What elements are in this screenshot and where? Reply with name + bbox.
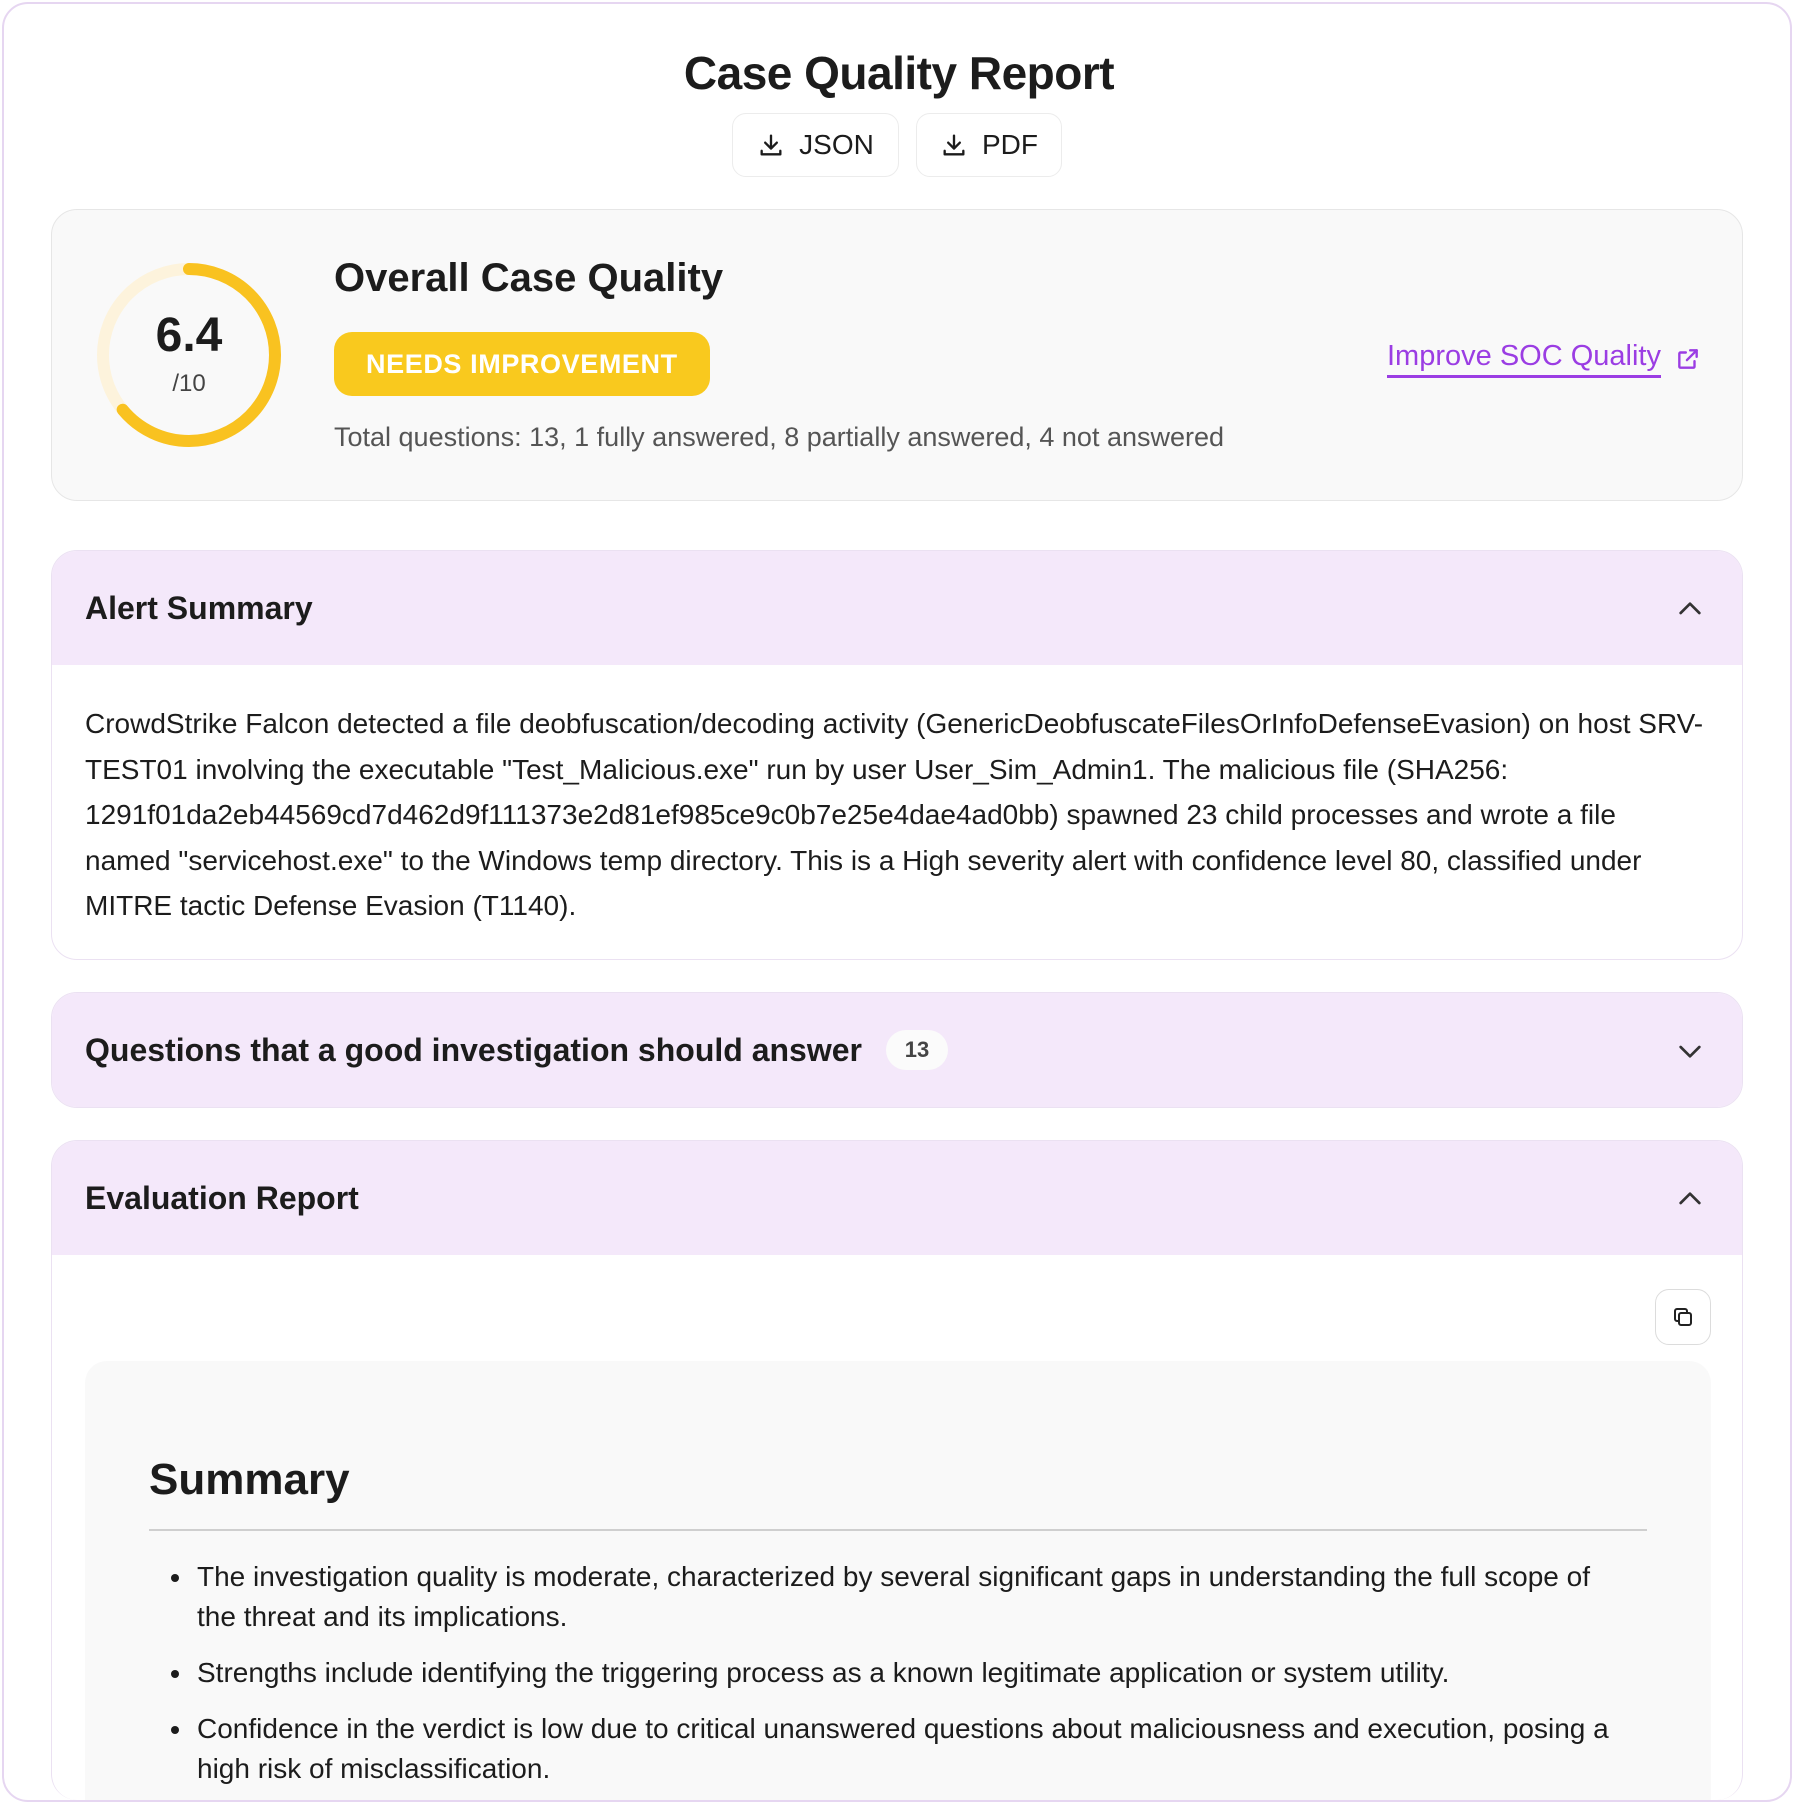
summary-heading: Summary <box>149 1455 350 1504</box>
summary-bullet: The investigation quality is moderate, c… <box>149 1557 1629 1637</box>
copy-icon <box>1674 1308 1692 1326</box>
score-max: /10 <box>172 370 206 397</box>
overall-quality-title: Overall Case Quality <box>334 256 724 300</box>
score-value: 6.4 <box>155 309 223 362</box>
questions-section: Questions that a good investigation shou… <box>51 992 1743 1108</box>
alert-summary-text: CrowdStrike Falcon detected a file deobf… <box>85 708 1704 921</box>
external-link-icon <box>1678 349 1698 369</box>
evaluation-report-header[interactable]: Evaluation Report <box>52 1141 1742 1255</box>
page-title: Case Quality Report <box>683 47 1115 99</box>
questions-count-badge: 13 <box>885 1030 948 1070</box>
summary-list: The investigation quality is moderate, c… <box>149 1557 1629 1800</box>
summary-bullet: Confidence in the verdict is low due to … <box>149 1709 1629 1789</box>
summary-bullet: Strengths include identifying the trigge… <box>149 1653 1629 1693</box>
chevron-up-icon <box>1679 1192 1701 1205</box>
score-ring: 6.4 /10 <box>94 260 284 450</box>
download-pdf-label: PDF <box>982 129 1038 160</box>
download-icon <box>943 134 965 156</box>
chevron-up-icon <box>1679 602 1701 615</box>
improve-link-label: Improve SOC Quality <box>1387 340 1661 378</box>
question-totals: Total questions: 13, 1 fully answered, 8… <box>334 422 1225 452</box>
summary-divider <box>149 1529 1647 1531</box>
alert-summary-section: Alert Summary CrowdStrike Falcon detecte… <box>51 550 1743 960</box>
copy-button[interactable] <box>1655 1289 1711 1345</box>
alert-summary-header[interactable]: Alert Summary <box>52 551 1742 665</box>
evaluation-report-content: Summary The investigation quality is mod… <box>85 1361 1711 1800</box>
questions-title: Questions that a good investigation shou… <box>85 1031 862 1068</box>
download-icon <box>760 134 782 156</box>
questions-header[interactable]: Questions that a good investigation shou… <box>52 993 1742 1107</box>
improve-soc-quality-link[interactable]: Improve SOC Quality <box>1387 340 1701 378</box>
chevron-down-icon <box>1679 1045 1701 1058</box>
evaluation-report-title: Evaluation Report <box>85 1179 359 1216</box>
download-json-button[interactable]: JSON <box>732 113 899 177</box>
download-json-label: JSON <box>799 129 874 160</box>
overall-quality-card: 6.4 /10 Overall Case Quality NEEDS IMPRO… <box>51 209 1743 501</box>
download-pdf-button[interactable]: PDF <box>916 113 1062 177</box>
status-badge: NEEDS IMPROVEMENT <box>334 332 710 396</box>
evaluation-report-section: Evaluation Report Summary The investigat… <box>51 1140 1743 1800</box>
alert-summary-title: Alert Summary <box>85 589 313 626</box>
